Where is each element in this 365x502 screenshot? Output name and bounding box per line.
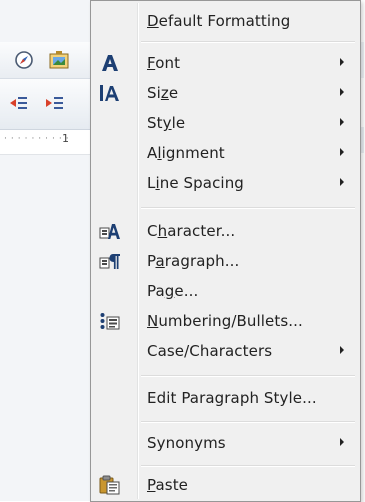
menu-separator (141, 375, 355, 377)
character-icon (99, 220, 121, 242)
menu-item-style[interactable]: Style (93, 109, 358, 137)
mnemonic-underline: N (147, 312, 159, 330)
increase-indent-icon[interactable] (8, 95, 28, 111)
navigator-icon[interactable] (14, 50, 34, 70)
menu-item-label: Font (147, 54, 181, 72)
submenu-arrow-icon (340, 438, 344, 446)
menu-item-numbering-bullets[interactable]: Numbering/Bullets... (93, 307, 358, 335)
font-size-icon (99, 82, 121, 104)
menu-item-line-spacing[interactable]: Line Spacing (93, 169, 358, 197)
menu-item-label: Paragraph... (147, 252, 240, 270)
context-menu: Default Formatting Font Size Style Align… (90, 0, 361, 502)
mnemonic-underline: P (147, 476, 156, 494)
menu-item-label: Alignment (147, 144, 225, 162)
mnemonic-underline: D (147, 12, 159, 30)
menu-item-label: Size (147, 84, 179, 102)
menu-item-paragraph[interactable]: Paragraph... (93, 247, 358, 275)
mnemonic-underline: F (147, 54, 156, 72)
menu-item-label: Synonyms (147, 434, 226, 452)
mnemonic-underline: a (155, 252, 165, 270)
font-icon (99, 52, 121, 74)
menu-item-alignment[interactable]: Alignment (93, 139, 358, 167)
gallery-icon[interactable] (48, 50, 70, 70)
mnemonic-underline: g (164, 282, 175, 300)
menu-separator (141, 41, 355, 43)
submenu-arrow-icon (340, 148, 344, 156)
menu-separator (141, 207, 355, 209)
mnemonic-underline: h (157, 222, 168, 240)
menu-separator (141, 465, 355, 467)
mnemonic-underline: z (160, 84, 169, 102)
menu-item-label: Numbering/Bullets... (147, 312, 303, 330)
submenu-arrow-icon (340, 178, 344, 186)
menu-item-label: Line Spacing (147, 174, 244, 192)
paste-icon (99, 474, 121, 496)
mnemonic-underline: y (162, 114, 172, 132)
horizontal-ruler: ·········· 1 (0, 130, 90, 155)
formatting-toolbar (0, 79, 90, 130)
menu-item-page[interactable]: Page... (93, 277, 358, 305)
submenu-arrow-icon (340, 88, 344, 96)
submenu-arrow-icon (340, 346, 344, 354)
menu-item-label: Case/Characters (147, 342, 273, 360)
menu-item-label: Page... (147, 282, 199, 300)
paragraph-icon (99, 250, 121, 272)
menu-item-label: Style (147, 114, 186, 132)
menu-item-font[interactable]: Font (93, 49, 358, 77)
menu-separator (141, 421, 355, 423)
menu-item-synonyms[interactable]: Synonyms (93, 429, 358, 457)
mnemonic-underline: i (155, 174, 160, 192)
menu-item-size[interactable]: Size (93, 79, 358, 107)
menu-item-edit-paragraph-style[interactable]: Edit Paragraph Style... (93, 384, 358, 412)
numbering-bullets-icon (99, 310, 121, 332)
mnemonic-underline: l (157, 144, 162, 162)
ruler-mark: 1 (62, 132, 69, 145)
menu-item-label: Default Formatting (147, 12, 291, 30)
standard-toolbar (0, 42, 90, 79)
menu-item-case-characters[interactable]: Case/Characters (93, 337, 358, 365)
menu-item-default-formatting[interactable]: Default Formatting (93, 7, 358, 35)
submenu-arrow-icon (340, 118, 344, 126)
menu-item-label: Paste (147, 476, 189, 494)
menu-item-character[interactable]: Character... (93, 217, 358, 245)
decrease-indent-icon[interactable] (44, 95, 64, 111)
menu-item-label: Edit Paragraph Style... (147, 389, 317, 407)
submenu-arrow-icon (340, 58, 344, 66)
menu-item-paste[interactable]: Paste (93, 471, 358, 499)
menu-item-label: Character... (147, 222, 236, 240)
